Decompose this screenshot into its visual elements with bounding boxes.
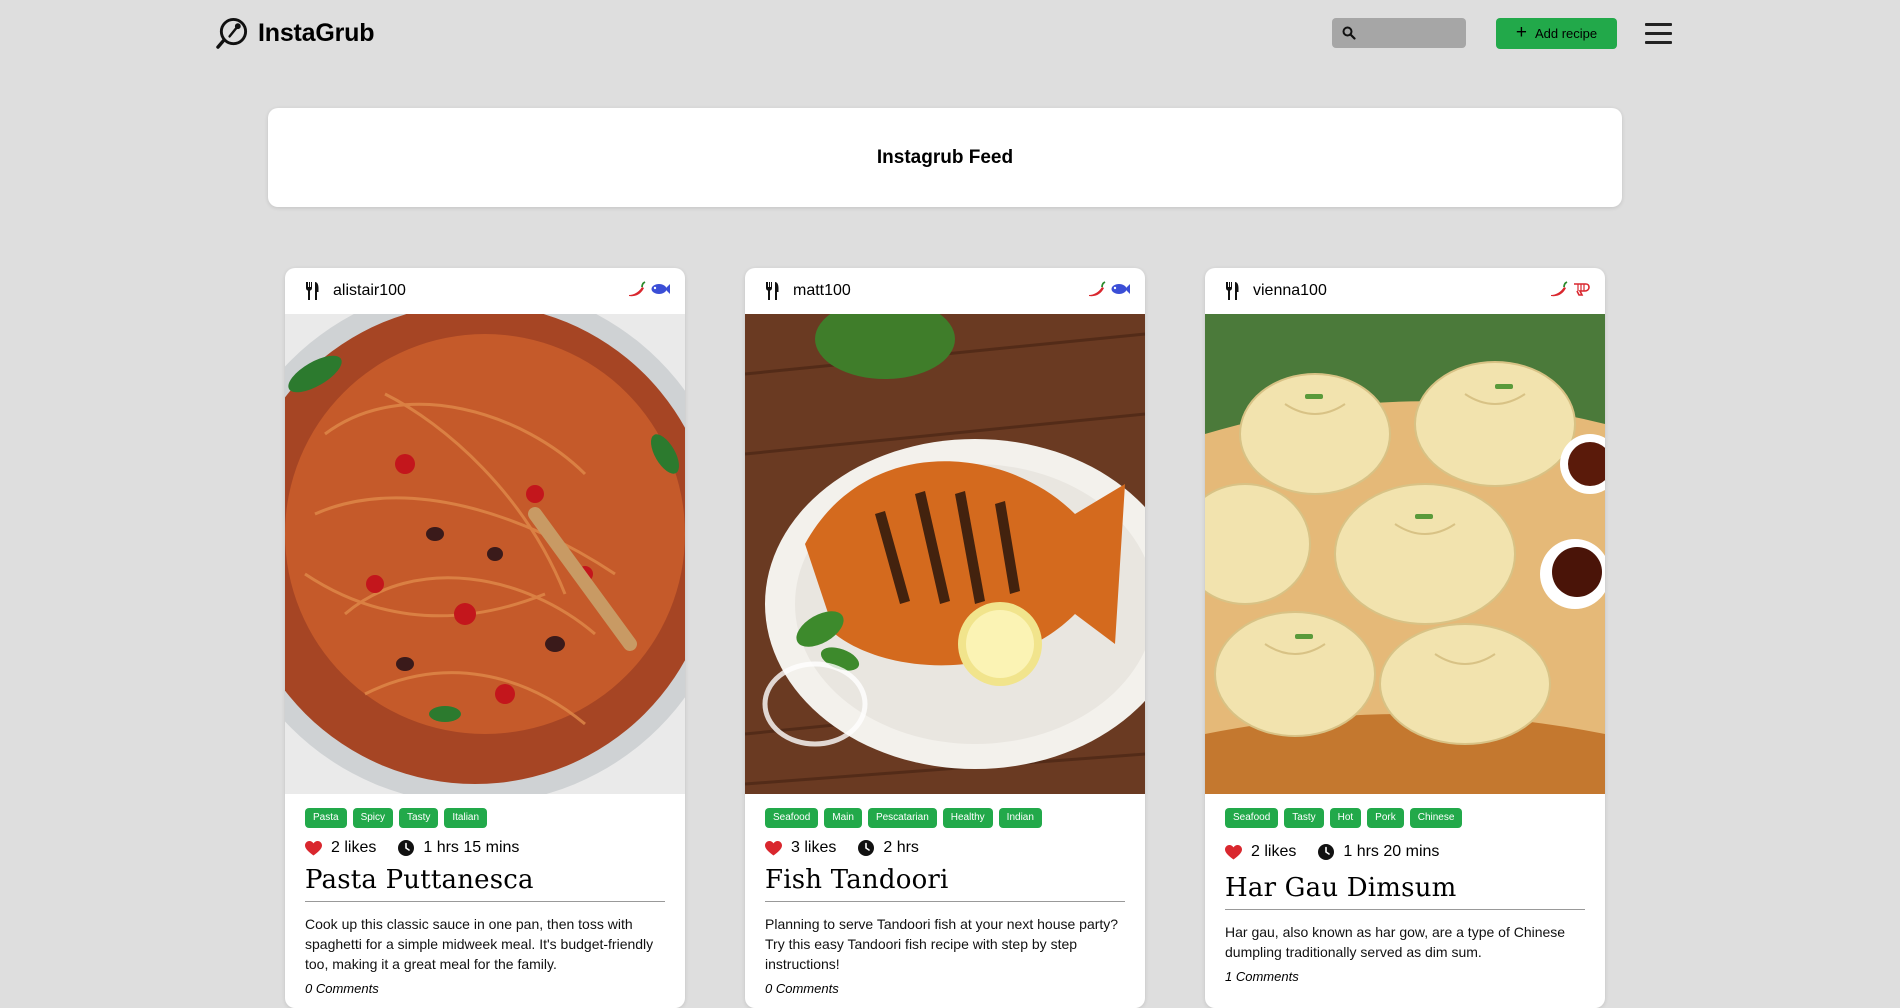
tag[interactable]: Seafood <box>1225 808 1279 828</box>
cook-time: 1 hrs 20 mins <box>1343 843 1440 860</box>
card-header: alistair100 <box>285 268 685 314</box>
card-body: Pasta Spicy Tasty Italian 2 likes 1 hrs … <box>305 808 665 996</box>
chili-pepper-icon <box>629 281 646 297</box>
fish-icon <box>651 284 670 294</box>
cook-time: 2 hrs <box>883 839 919 856</box>
heart-icon[interactable] <box>305 840 322 856</box>
add-recipe-button[interactable]: + Add recipe <box>1496 18 1617 49</box>
logo-icon <box>216 17 248 49</box>
tag[interactable]: Italian <box>444 808 488 828</box>
card-username[interactable]: vienna100 <box>1253 282 1327 300</box>
tag[interactable]: Pescatarian <box>867 808 937 828</box>
card-body: Seafood Main Pescatarian Healthy Indian … <box>765 808 1125 996</box>
heart-icon[interactable] <box>765 840 782 856</box>
likes-count: 2 likes <box>331 839 377 856</box>
recipe-title[interactable]: Har Gau Dimsum <box>1225 873 1585 910</box>
recipe-image[interactable] <box>745 314 1145 794</box>
tag[interactable]: Tasty <box>399 808 439 828</box>
search-icon <box>1342 26 1356 40</box>
tag[interactable]: Tasty <box>1284 808 1324 828</box>
card-header: vienna100 <box>1205 268 1605 314</box>
tag[interactable]: Indian <box>998 808 1042 828</box>
shrimp-icon <box>1574 283 1590 296</box>
search-box[interactable] <box>1332 18 1466 48</box>
tag-list: Seafood Tasty Hot Pork Chinese <box>1225 808 1585 828</box>
utensils-icon <box>766 282 779 300</box>
tag[interactable]: Pork <box>1367 808 1404 828</box>
hamburger-menu-button[interactable] <box>1645 22 1672 44</box>
brand[interactable]: InstaGrub <box>216 16 374 50</box>
likes-count: 3 likes <box>791 839 837 856</box>
recipe-description: Cook up this classic sauce in one pan, t… <box>305 916 654 972</box>
heart-icon[interactable] <box>1225 844 1242 860</box>
cook-time: 1 hrs 15 mins <box>423 839 520 856</box>
card-meta: 2 likes 1 hrs 20 mins <box>1225 843 1585 861</box>
top-navbar: InstaGrub + Add recipe <box>0 0 1900 66</box>
feed-header: Instagrub Feed <box>268 108 1622 207</box>
chili-pepper-icon <box>1089 281 1106 297</box>
brand-name: InstaGrub <box>258 18 375 47</box>
diet-icons <box>1087 281 1130 297</box>
comments-link[interactable]: 0 Comments <box>305 981 665 996</box>
recipe-image[interactable] <box>285 314 685 794</box>
menu-line-icon <box>1645 41 1672 44</box>
plus-icon: + <box>1515 22 1527 43</box>
card-body: Seafood Tasty Hot Pork Chinese 2 likes 1… <box>1225 808 1585 984</box>
search-input[interactable] <box>1360 18 1460 48</box>
recipe-title[interactable]: Pasta Puttanesca <box>305 865 665 902</box>
diet-icons <box>1549 281 1590 297</box>
utensils-icon <box>1226 282 1239 300</box>
recipe-card[interactable]: vienna100 Seafood Tasty Hot Pork Chinese… <box>1205 268 1605 1008</box>
card-header: matt100 <box>745 268 1145 314</box>
tag-list: Pasta Spicy Tasty Italian <box>305 808 665 828</box>
feed-title: Instagrub Feed <box>876 146 1014 168</box>
clock-icon <box>1318 844 1335 860</box>
card-username[interactable]: alistair100 <box>333 282 406 300</box>
diet-icons <box>627 281 670 297</box>
chili-pepper-icon <box>1551 281 1568 297</box>
recipe-description: Planning to serve Tandoori fish at your … <box>765 916 1119 972</box>
tag[interactable]: Spicy <box>352 808 394 828</box>
comments-link[interactable]: 1 Comments <box>1225 969 1585 984</box>
tag[interactable]: Healthy <box>942 808 993 828</box>
comments-link[interactable]: 0 Comments <box>765 981 1125 996</box>
tag-list: Seafood Main Pescatarian Healthy Indian <box>765 808 1125 828</box>
recipe-image[interactable] <box>1205 314 1605 794</box>
recipe-title[interactable]: Fish Tandoori <box>765 865 1125 902</box>
add-recipe-label: Add recipe <box>1534 26 1598 41</box>
tag[interactable]: Chinese <box>1409 808 1463 828</box>
recipe-card[interactable]: matt100 Seafood Main Pescatarian Healthy… <box>745 268 1145 1008</box>
utensils-icon <box>306 282 319 300</box>
recipe-card[interactable]: alistair100 Pasta Spicy Tasty Italian 2 … <box>285 268 685 1008</box>
menu-line-icon <box>1645 32 1672 35</box>
card-meta: 3 likes 2 hrs <box>765 839 1125 857</box>
card-username[interactable]: matt100 <box>793 282 851 300</box>
likes-count: 2 likes <box>1251 843 1297 860</box>
fish-icon <box>1111 284 1130 294</box>
tag[interactable]: Pasta <box>305 808 347 828</box>
tag[interactable]: Main <box>824 808 862 828</box>
recipe-description: Har gau, also known as har gow, are a ty… <box>1225 924 1566 960</box>
clock-icon <box>398 840 415 856</box>
menu-line-icon <box>1645 23 1672 26</box>
tag[interactable]: Seafood <box>765 808 819 828</box>
card-meta: 2 likes 1 hrs 15 mins <box>305 839 665 857</box>
clock-icon <box>858 840 875 856</box>
tag[interactable]: Hot <box>1329 808 1362 828</box>
